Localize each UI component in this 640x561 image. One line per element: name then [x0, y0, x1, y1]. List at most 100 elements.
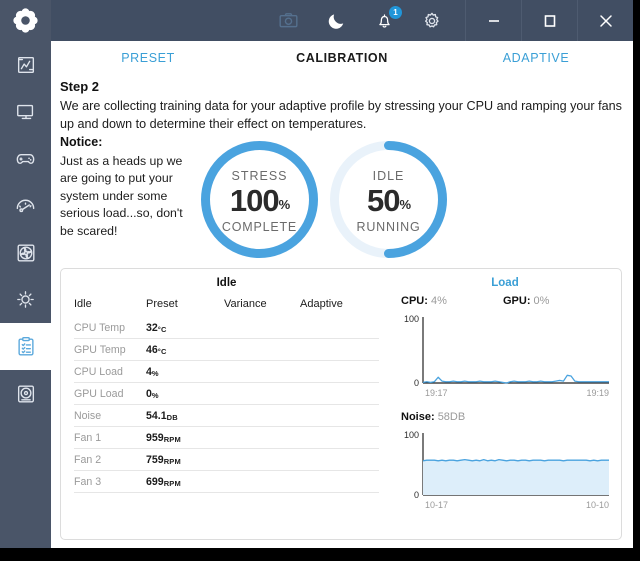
row-preset-value: 46°C: [146, 338, 224, 361]
bell-icon[interactable]: 1: [373, 5, 402, 32]
row-variance-value: [224, 426, 300, 449]
row-adaptive-value: [300, 470, 379, 493]
row-variance-value: [224, 338, 300, 361]
row-preset-value: 4%: [146, 360, 224, 383]
idle-gauge: IDLE 50% RUNNING: [326, 137, 451, 262]
cpu-stat-value: 4%: [430, 295, 447, 307]
col-header-idle: Idle: [74, 298, 92, 310]
sun-icon: [17, 291, 34, 308]
gear-icon[interactable]: [421, 10, 443, 32]
table-row: GPU Temp 46°C: [74, 338, 379, 361]
stress-gauge-value: 100%: [229, 183, 290, 218]
sidebar-item-games[interactable]: [0, 135, 51, 182]
close-button[interactable]: [577, 0, 633, 41]
row-variance-value: [224, 448, 300, 471]
main-content: Step 2 We are collecting training data f…: [51, 75, 633, 548]
sidebar-item-list: [0, 41, 51, 417]
svg-text:0: 0: [414, 378, 419, 388]
row-adaptive-value: [300, 404, 379, 427]
noise-stat-label: Noise:: [401, 411, 435, 423]
noise-chart: 100 0 10-17 10-10: [395, 425, 615, 513]
gauge-icon: [16, 199, 35, 213]
notice-title: Notice:: [60, 135, 103, 149]
window-controls: [465, 0, 633, 41]
svg-text:19:19: 19:19: [586, 388, 609, 398]
row-variance-value: [224, 360, 300, 383]
step-title: Step 2: [60, 79, 100, 94]
row-label: Fan 3: [74, 470, 146, 493]
metrics-table: Idle Preset Variance Adaptive CPU Temp 32…: [74, 298, 379, 493]
row-label: CPU Temp: [74, 317, 146, 339]
idle-metrics-table: Idle Idle Preset Variance Adaptive CPU T…: [74, 277, 379, 493]
row-adaptive-value: [300, 426, 379, 449]
col-header-preset: Preset: [146, 298, 178, 310]
col-header-variance: Variance: [224, 298, 267, 310]
stress-gauge-bottom-label: COMPLETE: [221, 220, 298, 234]
maximize-button[interactable]: [521, 0, 577, 41]
row-label: Noise: [74, 404, 146, 427]
sidebar-item-fans[interactable]: [0, 229, 51, 276]
sidebar-item-storage[interactable]: [0, 370, 51, 417]
svg-text:100: 100: [404, 314, 419, 324]
table-row: GPU Load 0%: [74, 382, 379, 405]
svg-text:19:17: 19:17: [425, 388, 448, 398]
disc-drive-icon: [17, 385, 34, 402]
idle-gauge-bottom-label: RUNNING: [356, 220, 421, 234]
idle-gauge-value: 50%: [366, 183, 411, 218]
sidebar-item-calibration[interactable]: [0, 323, 51, 370]
sidebar-item-monitor[interactable]: [0, 88, 51, 135]
table-row: CPU Temp 32°C: [74, 317, 379, 339]
stress-gauge-top-label: STRESS: [231, 169, 288, 183]
titlebar: 1: [51, 0, 633, 41]
noise-chart-stats: Noise: 58DB: [401, 411, 615, 423]
sidebar-item-lighting[interactable]: [0, 276, 51, 323]
svg-text:10-17: 10-17: [425, 500, 448, 510]
row-label: CPU Load: [74, 360, 146, 383]
row-preset-value: 54.1DB: [146, 404, 224, 427]
row-preset-value: 699RPM: [146, 470, 224, 493]
row-preset-value: 32°C: [146, 317, 224, 339]
row-label: Fan 2: [74, 448, 146, 471]
table-title: Idle: [216, 277, 237, 289]
row-variance-value: [224, 317, 300, 339]
cpu-stat-label: CPU:: [401, 295, 428, 307]
sidebar-item-dashboard[interactable]: [0, 41, 51, 88]
noise-stat-value: 58DB: [437, 411, 466, 423]
table-row: Noise 54.1DB: [74, 404, 379, 427]
row-adaptive-value: [300, 338, 379, 361]
sidebar-item-performance[interactable]: [0, 182, 51, 229]
tab-calibration[interactable]: CALIBRATION: [245, 51, 439, 65]
tab-adaptive[interactable]: ADAPTIVE: [439, 51, 633, 65]
step-description: We are collecting training data for your…: [60, 99, 622, 132]
table-row: Fan 2 759RPM: [74, 448, 379, 471]
window-frame: 1 PRESET CALIBRATION ADAPTIVE Step 2 We …: [0, 0, 633, 548]
monitor-icon: [16, 104, 33, 119]
load-chart: 100 0 19:17 19:19: [395, 309, 615, 401]
notice-body: Just as a heads up we are going to put y…: [60, 154, 183, 238]
charts-panel: Load CPU: 4% GPU: 0% 100 0 19:17 19:19 Nois…: [395, 277, 615, 513]
gpu-stat-value: 0%: [533, 295, 550, 307]
row-adaptive-value: [300, 317, 379, 339]
svg-text:100: 100: [404, 430, 419, 440]
row-variance-value: [224, 404, 300, 427]
moon-icon[interactable]: [325, 10, 347, 32]
row-label: GPU Temp: [74, 338, 146, 361]
row-adaptive-value: [300, 382, 379, 405]
app-logo[interactable]: [0, 0, 51, 41]
minimize-button[interactable]: [465, 0, 521, 41]
tab-bar: PRESET CALIBRATION ADAPTIVE: [51, 41, 633, 76]
stress-gauge: STRESS 100% COMPLETE: [197, 137, 322, 262]
report-chart-icon: [17, 56, 34, 73]
sidebar: [0, 0, 51, 548]
svg-text:0: 0: [414, 490, 419, 500]
camera-icon[interactable]: [277, 10, 299, 32]
table-row: CPU Load 4%: [74, 360, 379, 383]
hexaflower-logo-icon: [13, 8, 38, 33]
col-header-adaptive: Adaptive: [300, 298, 343, 310]
svg-text:10-10: 10-10: [586, 500, 609, 510]
charts-title: Load: [491, 277, 519, 289]
tab-preset[interactable]: PRESET: [51, 51, 245, 65]
gamepad-icon: [16, 153, 35, 165]
table-body: CPU Temp 32°C GPU Temp 46°C CPU Load 4% GPU Lo…: [74, 317, 379, 493]
titlebar-icon-group: 1: [277, 0, 443, 41]
